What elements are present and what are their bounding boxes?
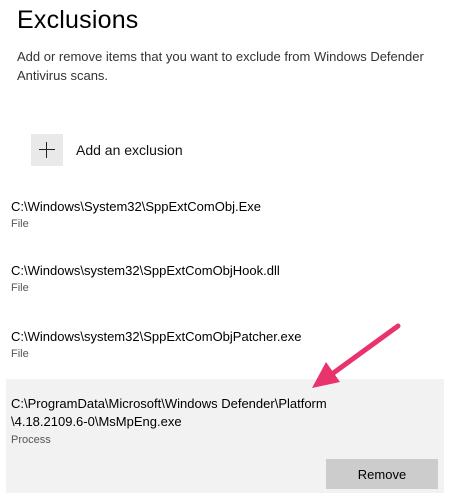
exclusion-item[interactable]: C:\Windows\system32\SppExtComObjHook.dll…: [0, 262, 450, 304]
remove-button[interactable]: Remove: [326, 459, 438, 489]
exclusion-type: File: [11, 218, 29, 230]
exclusion-item-selected[interactable]: C:\ProgramData\Microsoft\Windows Defende…: [6, 379, 444, 493]
exclusion-path: C:\Windows\System32\SppExtComObj.Exe: [11, 199, 261, 214]
page-title: Exclusions: [17, 6, 139, 34]
exclusion-path: C:\Windows\system32\SppExtComObjHook.dll: [11, 263, 280, 278]
exclusion-path-line-2: \4.18.2109.6-0\MsMpEng.exe: [11, 414, 182, 429]
exclusions-page: Exclusions Add or remove items that you …: [0, 0, 450, 499]
exclusion-type: Process: [11, 434, 51, 446]
add-exclusion-label: Add an exclusion: [76, 142, 183, 158]
exclusion-item[interactable]: C:\Windows\system32\SppExtComObjPatcher.…: [0, 328, 450, 370]
description-line-2: Antivirus scans.: [17, 68, 109, 83]
add-exclusion-button[interactable]: Add an exclusion: [31, 131, 183, 169]
exclusion-item[interactable]: C:\Windows\System32\SppExtComObj.Exe Fil…: [0, 196, 450, 238]
exclusion-type: File: [11, 348, 29, 360]
page-description: Add or remove items that you want to exc…: [17, 47, 450, 85]
plus-icon: [31, 134, 63, 166]
exclusion-path: C:\Windows\system32\SppExtComObjPatcher.…: [11, 329, 302, 344]
exclusion-type: File: [11, 282, 29, 294]
exclusion-path-line-1: C:\ProgramData\Microsoft\Windows Defende…: [11, 396, 327, 411]
description-line-1: Add or remove items that you want to exc…: [17, 49, 424, 64]
